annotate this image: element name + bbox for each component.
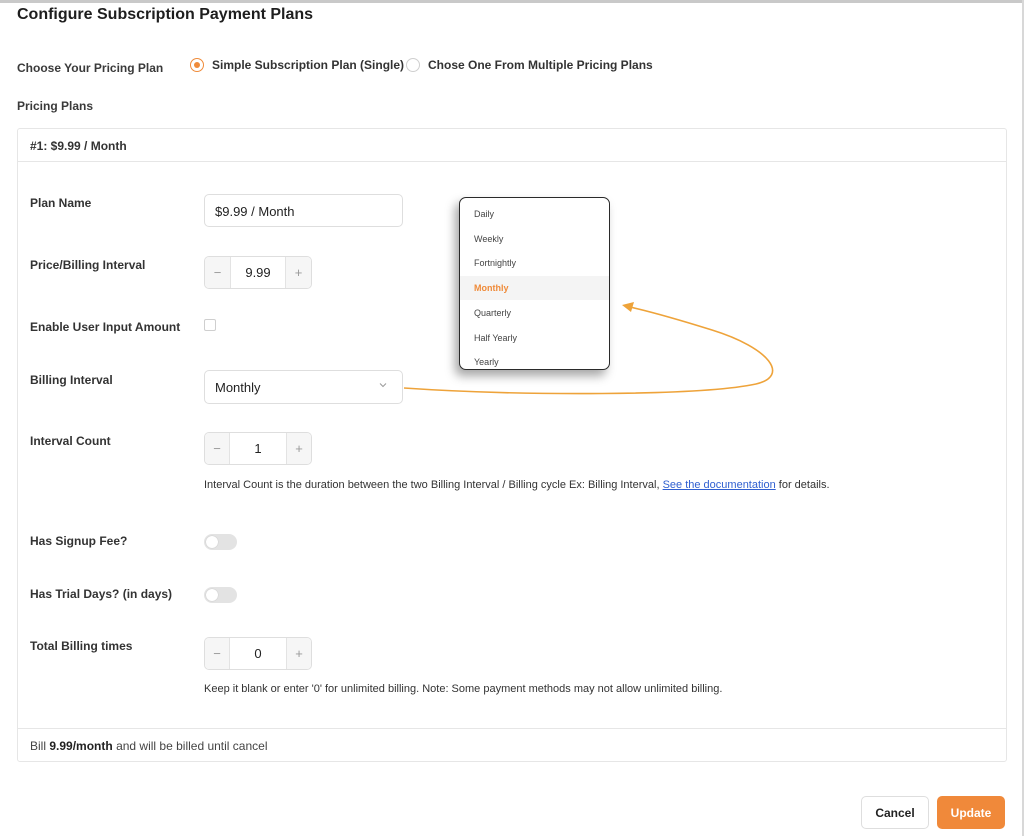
pricing-plans-label: Pricing Plans [17,99,94,113]
billing-interval-label: Billing Interval [30,373,113,387]
plan-name-label: Plan Name [30,196,92,210]
plan-card-header[interactable]: #1: $9.99 / Month [18,129,1006,162]
cancel-button[interactable]: Cancel [861,796,929,829]
radio-simple-plan[interactable]: Simple Subscription Plan (Single) [190,58,404,72]
user-input-amount-checkbox[interactable] [204,319,216,331]
price-stepper: − 9.99 + [204,256,312,289]
plus-icon[interactable]: + [286,433,311,464]
billing-summary-prefix: Bill [30,739,47,753]
radio-selected-indicator [190,58,204,72]
interval-count-help: Interval Count is the duration between t… [204,479,830,491]
dropdown-option-half-yearly[interactable]: Half Yearly [460,326,609,350]
minus-icon[interactable]: − [205,257,231,288]
interval-help-suffix: for details. [778,479,830,491]
billing-interval-select[interactable]: Monthly [204,370,403,404]
modal-title: Configure Subscription Payment Plans [17,6,314,23]
user-input-amount-label: Enable User Input Amount [30,320,181,334]
total-billing-help: Keep it blank or enter '0' for unlimited… [204,683,723,695]
signup-fee-toggle[interactable] [204,534,237,550]
plus-icon[interactable]: + [285,257,311,288]
window-top-border [0,0,1024,3]
billing-summary-suffix: and will be billed until cancel [116,739,268,753]
update-button[interactable]: Update [937,796,1005,829]
dropdown-option-monthly[interactable]: Monthly [460,276,609,300]
interval-count-value[interactable]: 1 [230,433,286,464]
billing-interval-dropdown: Daily Weekly Fortnightly Monthly Quarter… [459,197,610,370]
dropdown-option-yearly[interactable]: Yearly [460,350,609,369]
total-billing-stepper: − 0 + [204,637,312,670]
chevron-down-icon [379,383,387,388]
plan-name-input[interactable]: $9.99 / Month [204,194,403,227]
billing-interval-value: Monthly [215,380,261,395]
total-billing-value[interactable]: 0 [230,638,286,669]
minus-icon[interactable]: − [205,638,230,669]
plus-icon[interactable]: + [286,638,311,669]
minus-icon[interactable]: − [205,433,230,464]
price-label: Price/Billing Interval [30,258,146,272]
documentation-link[interactable]: See the documentation [663,479,776,491]
billing-summary: Bill 9.99/month and will be billed until… [30,739,268,753]
interval-help-text: Interval Count is the duration between t… [204,479,660,491]
radio-multiple-plans[interactable]: Chose One From Multiple Pricing Plans [406,58,653,72]
trial-days-label: Has Trial Days? (in days) [30,587,173,601]
dropdown-option-weekly[interactable]: Weekly [460,227,609,251]
radio-simple-plan-label: Simple Subscription Plan (Single) [212,58,405,72]
interval-count-label: Interval Count [30,434,111,448]
dropdown-option-fortnightly[interactable]: Fortnightly [460,251,609,275]
signup-fee-label: Has Signup Fee? [30,534,128,548]
plan-card-footer: Bill 9.99/month and will be billed until… [18,728,1006,761]
interval-count-stepper: − 1 + [204,432,312,465]
dropdown-option-quarterly[interactable]: Quarterly [460,301,609,325]
radio-multiple-plans-label: Chose One From Multiple Pricing Plans [428,58,653,72]
dropdown-option-daily[interactable]: Daily [460,202,609,226]
pricing-choice-label: Choose Your Pricing Plan [17,61,164,75]
trial-days-toggle[interactable] [204,587,237,603]
billing-summary-amount: 9.99/month [49,739,113,753]
total-billing-label: Total Billing times [30,639,133,653]
plan-card-title: #1: $9.99 / Month [30,139,127,153]
radio-unselected-indicator [406,58,420,72]
price-value[interactable]: 9.99 [231,257,285,288]
